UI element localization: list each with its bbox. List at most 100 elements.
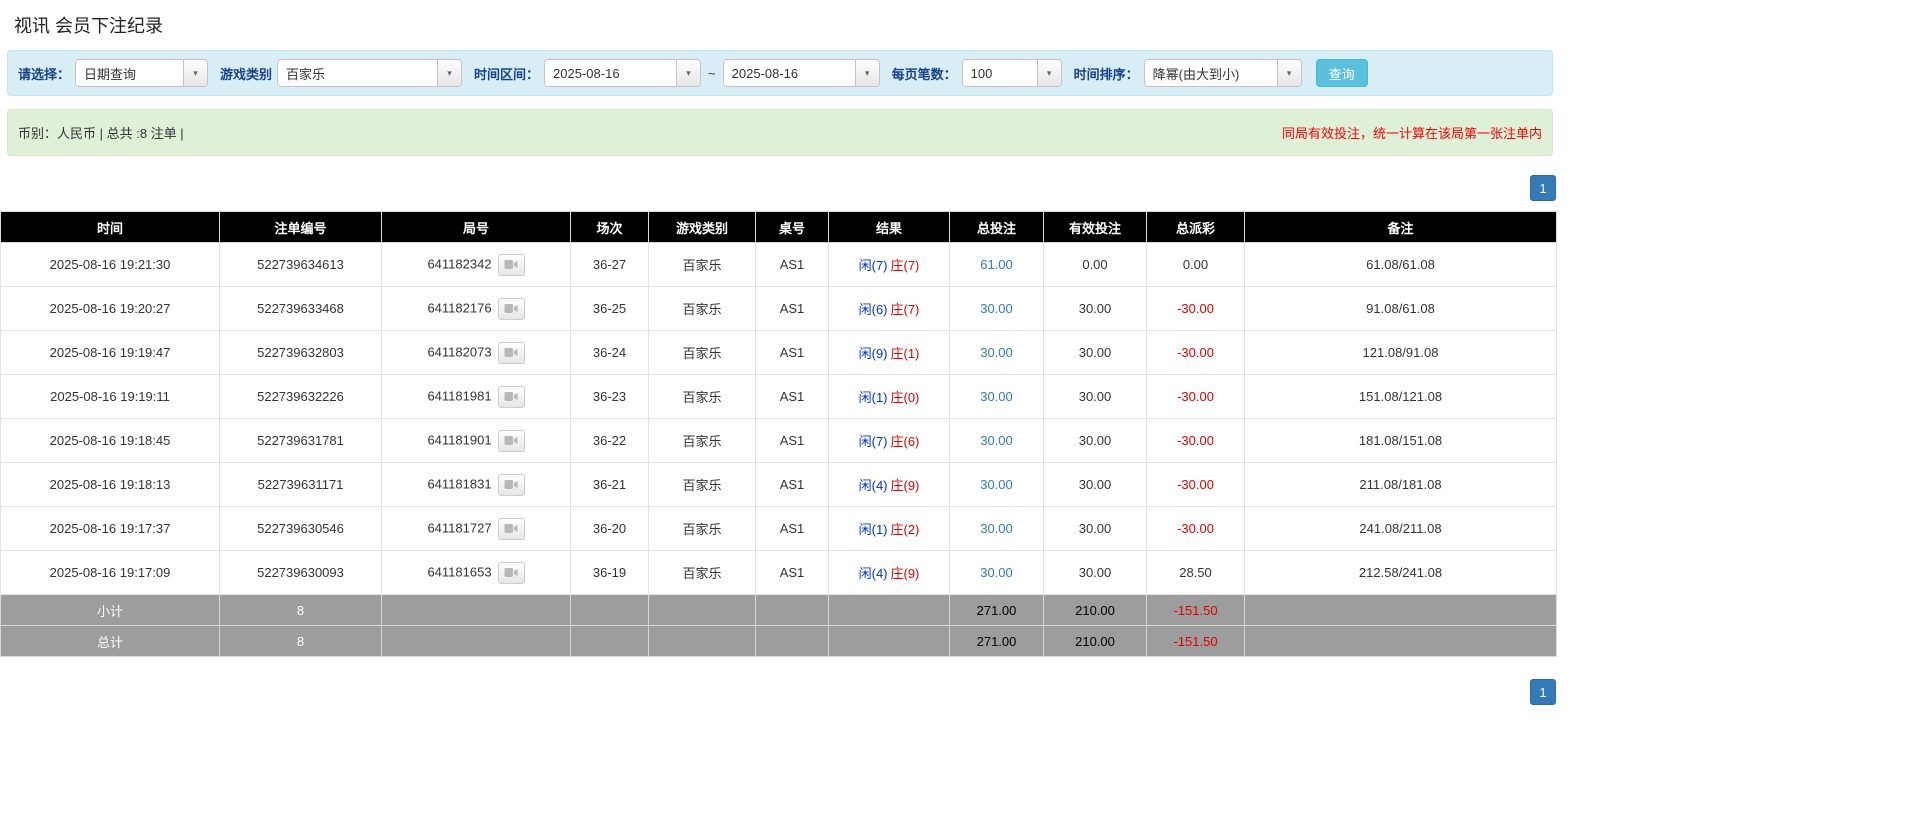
total-bet-link[interactable]: 30.00 (980, 565, 1013, 580)
cell-round: 641181831 (382, 463, 571, 507)
round-video-button[interactable] (498, 562, 525, 584)
total-bet-link[interactable]: 61.00 (980, 257, 1013, 272)
page-size-input[interactable] (963, 60, 1037, 86)
chevron-down-icon[interactable]: ▾ (183, 60, 207, 86)
total-bet-link[interactable]: 30.00 (980, 345, 1013, 360)
cell-session: 36-20 (571, 507, 649, 551)
cell-total-bet: 30.00 (950, 419, 1044, 463)
cell-valid-bet: 30.00 (1044, 551, 1147, 595)
result-banker: 庄(0) (891, 390, 920, 405)
cell-result: 闲(6)庄(7) (829, 287, 950, 331)
sort-input[interactable] (1145, 60, 1277, 86)
chevron-down-icon[interactable]: ▾ (855, 60, 879, 86)
cell-result: 闲(9)庄(1) (829, 331, 950, 375)
subtotal-total-bet: 271.00 (950, 595, 1044, 626)
cell-round: 641182073 (382, 331, 571, 375)
total-bet-link[interactable]: 30.00 (980, 389, 1013, 404)
result-player: 闲(1) (859, 390, 888, 405)
round-video-button[interactable] (498, 298, 525, 320)
table-summary: 小计 8 271.00 210.00 -151.50 总计 8 271.00 2… (1, 595, 1557, 657)
table-row: 2025-08-16 19:19:47522739632803641182073… (1, 331, 1557, 375)
cell-note: 212.58/241.08 (1245, 551, 1557, 595)
round-video-button[interactable] (498, 474, 525, 496)
page-button-1[interactable]: 1 (1530, 679, 1556, 705)
cell-total-bet: 30.00 (950, 507, 1044, 551)
round-video-button[interactable] (498, 342, 525, 364)
total-bet-link[interactable]: 30.00 (980, 301, 1013, 316)
bottom-pagination: 1 (4, 679, 1556, 705)
cell-result: 闲(4)庄(9) (829, 463, 950, 507)
cell-round: 641182342 (382, 243, 571, 287)
round-number: 641182073 (427, 344, 491, 359)
total-payout: -151.50 (1147, 626, 1245, 657)
total-row: 总计 8 271.00 210.00 -151.50 (1, 626, 1557, 657)
cell-total-bet: 30.00 (950, 463, 1044, 507)
cell-note: 211.08/181.08 (1245, 463, 1557, 507)
round-video-button[interactable] (498, 430, 525, 452)
query-type-input[interactable] (76, 60, 183, 86)
chevron-down-icon[interactable]: ▾ (437, 60, 461, 86)
cell-game-type: 百家乐 (649, 507, 756, 551)
result-player: 闲(6) (859, 302, 888, 317)
cell-payout: -30.00 (1147, 287, 1245, 331)
chevron-down-icon[interactable]: ▾ (1277, 60, 1301, 86)
result-player: 闲(9) (859, 346, 888, 361)
date-to-input[interactable] (724, 60, 855, 86)
cell-result: 闲(7)庄(6) (829, 419, 950, 463)
total-label: 总计 (1, 626, 220, 657)
search-button[interactable]: 查询 (1316, 59, 1368, 87)
cell-valid-bet: 30.00 (1044, 375, 1147, 419)
date-from-combobox[interactable]: ▾ (544, 59, 701, 87)
table-row: 2025-08-16 19:17:37522739630546641181727… (1, 507, 1557, 551)
cell-round: 641181727 (382, 507, 571, 551)
cell-result: 闲(4)庄(9) (829, 551, 950, 595)
cell-time: 2025-08-16 19:19:11 (1, 375, 220, 419)
total-bet-link[interactable]: 30.00 (980, 521, 1013, 536)
cell-time: 2025-08-16 19:20:27 (1, 287, 220, 331)
round-video-button[interactable] (498, 518, 525, 540)
total-count: 8 (220, 626, 382, 657)
table-row: 2025-08-16 19:21:30522739634613641182342… (1, 243, 1557, 287)
cell-total-bet: 30.00 (950, 331, 1044, 375)
cell-game-type: 百家乐 (649, 375, 756, 419)
date-from-input[interactable] (545, 60, 676, 86)
total-valid-bet: 210.00 (1044, 626, 1147, 657)
table-body: 2025-08-16 19:21:30522739634613641182342… (1, 243, 1557, 595)
sort-combobox[interactable]: ▾ (1144, 59, 1302, 87)
result-player: 闲(1) (859, 522, 888, 537)
info-bar: 币别：人民币 | 总共 :8 注单 | 同局有效投注，统一计算在该局第一张注单内 (7, 109, 1553, 156)
cell-result: 闲(7)庄(7) (829, 243, 950, 287)
page-button-1[interactable]: 1 (1530, 175, 1556, 201)
cell-total-bet: 30.00 (950, 287, 1044, 331)
round-video-button[interactable] (498, 254, 525, 276)
cell-payout: -30.00 (1147, 419, 1245, 463)
result-banker: 庄(1) (891, 346, 920, 361)
cell-bet-id: 522739630546 (220, 507, 382, 551)
game-type-combobox[interactable]: ▾ (277, 59, 462, 87)
cell-game-type: 百家乐 (649, 331, 756, 375)
game-type-input[interactable] (278, 60, 437, 86)
total-bet-link[interactable]: 30.00 (980, 433, 1013, 448)
round-video-button[interactable] (498, 386, 525, 408)
round-number: 641181727 (427, 520, 491, 535)
date-to-combobox[interactable]: ▾ (723, 59, 880, 87)
subtotal-row: 小计 8 271.00 210.00 -151.50 (1, 595, 1557, 626)
page-size-combobox[interactable]: ▾ (962, 59, 1062, 87)
result-banker: 庄(6) (891, 434, 920, 449)
header-game-type: 游戏类别 (649, 212, 756, 243)
total-total-bet: 271.00 (950, 626, 1044, 657)
cell-table-no: AS1 (756, 243, 829, 287)
chevron-down-icon[interactable]: ▾ (676, 60, 700, 86)
cell-payout: -30.00 (1147, 507, 1245, 551)
total-bet-link[interactable]: 30.00 (980, 477, 1013, 492)
query-type-combobox[interactable]: ▾ (75, 59, 208, 87)
chevron-down-icon[interactable]: ▾ (1037, 60, 1061, 86)
cell-total-bet: 30.00 (950, 375, 1044, 419)
cell-note: 91.08/61.08 (1245, 287, 1557, 331)
cell-valid-bet: 30.00 (1044, 287, 1147, 331)
video-camera-icon (504, 435, 518, 446)
table-header-row: 时间 注单编号 局号 场次 游戏类别 桌号 结果 总投注 有效投注 总派彩 备注 (1, 212, 1557, 243)
range-separator: ~ (708, 66, 716, 81)
page-container: 视讯 会员下注纪录 请选择： ▾ 游戏类别 ▾ 时间区间： ▾ ~ ▾ 每页笔数… (0, 0, 1560, 705)
cell-round: 641181981 (382, 375, 571, 419)
